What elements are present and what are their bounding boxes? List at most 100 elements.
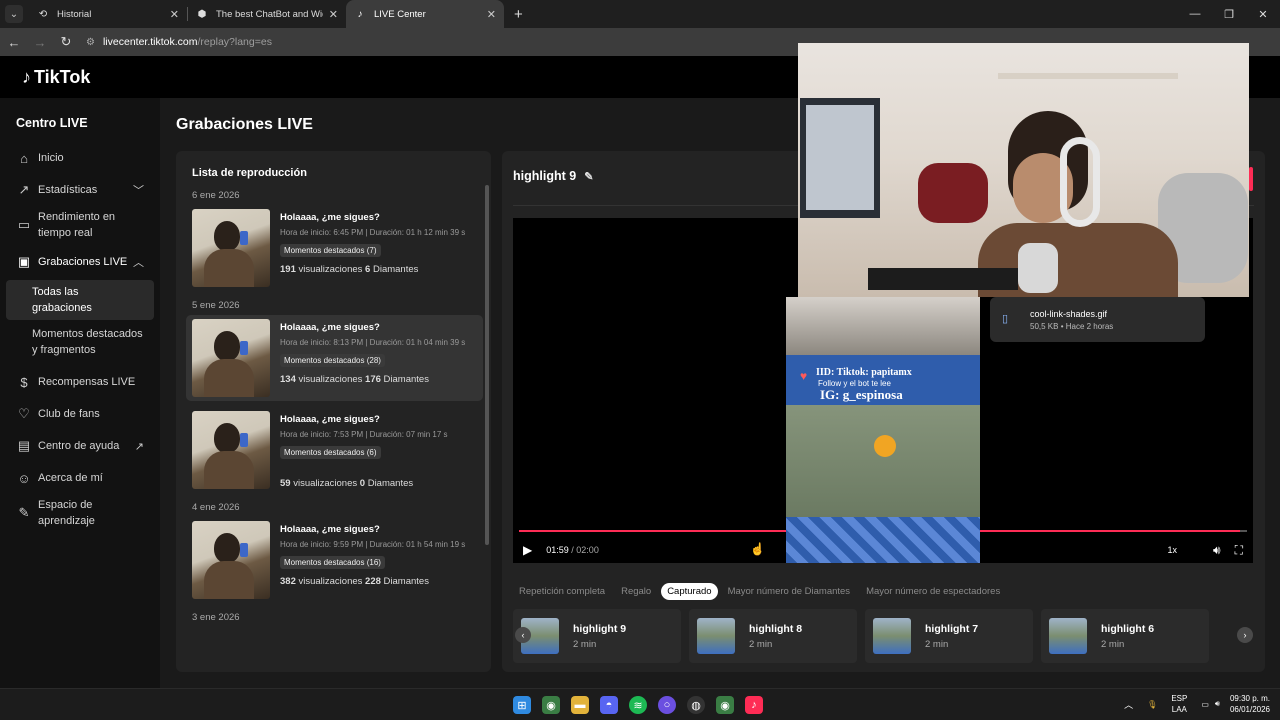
forward-icon[interactable]: → [28, 35, 52, 50]
recording-item[interactable]: Holaaaa, ¿me sigues? Hora de inicio: 9:5… [186, 517, 483, 603]
tab-live-center[interactable]: ♪ LIVE Center ✕ [346, 0, 504, 28]
taskbar: ⊞ ◉ ▬ ◓ ≋ ○ ◍ ◉ ♪ ︿ 🎙︎ ESP LAA ▭ 🔊︎ 09:3… [0, 688, 1280, 720]
tiktok-icon[interactable]: ♪ [745, 696, 763, 714]
tab-chatbot[interactable]: ⬢ The best ChatBot and Widgets ✕ [188, 0, 346, 28]
app-ring-icon[interactable]: ○ [658, 696, 676, 714]
sidebar-item-label: Club de fans [38, 408, 100, 420]
lang-layout: LAA [1171, 705, 1187, 714]
microphone-icon[interactable]: 🎙︎ [1147, 700, 1157, 709]
sidebar-title: Centro LIVE [16, 116, 88, 130]
recording-meta: Hora de inicio: 7:53 PM | Duración: 07 m… [280, 430, 448, 439]
sidebar-item-inicio[interactable]: ⌂ Inicio [0, 142, 160, 174]
carousel-prev-icon[interactable]: ‹ [515, 627, 531, 643]
tray-expand-icon[interactable]: ︿ [1124, 698, 1133, 711]
recording-item[interactable]: Holaaaa, ¿me sigues? Hora de inicio: 7:5… [186, 407, 483, 493]
filter-diamantes[interactable]: Mayor número de Diamantes [722, 583, 857, 600]
recording-title: Holaaaa, ¿me sigues? [280, 322, 380, 333]
file-icon: ▯ [1002, 312, 1009, 325]
highlight-filters: Repetición completa Regalo Capturado May… [513, 583, 1010, 600]
sidebar-subitem-momentos[interactable]: Momentos destacados y fragmentos [6, 322, 154, 362]
highlight-header: highlight 9 ✎ [513, 169, 593, 183]
recording-item[interactable]: Holaaaa, ¿me sigues? Hora de inicio: 6:4… [186, 205, 483, 291]
highlight-card[interactable]: highlight 9 2 min [513, 609, 681, 663]
volume-icon[interactable]: 🔊︎ [1213, 543, 1221, 558]
minimize-icon[interactable]: — [1178, 8, 1212, 20]
close-icon[interactable]: ✕ [487, 8, 496, 21]
close-icon[interactable]: ✕ [170, 8, 179, 21]
views-count: 382 [280, 576, 296, 587]
recording-title: Holaaaa, ¿me sigues? [280, 212, 380, 223]
shield-icon: ⬢ [197, 8, 207, 20]
sidebar-item-club[interactable]: ♡ Club de fans [0, 398, 160, 430]
highlight-thumbnail [873, 618, 911, 654]
filter-regalo[interactable]: Regalo [615, 583, 657, 600]
spotify-icon[interactable]: ≋ [629, 696, 647, 714]
back-icon[interactable]: ← [2, 35, 26, 50]
language-indicator[interactable]: ESP LAA [1171, 693, 1187, 715]
date-label: 3 ene 2026 [192, 612, 240, 623]
recording-meta: Hora de inicio: 9:59 PM | Duración: 01 h… [280, 540, 466, 549]
close-window-icon[interactable]: ✕ [1246, 8, 1280, 21]
reload-icon[interactable]: ↻ [54, 34, 78, 50]
folder-icon[interactable]: ▬ [571, 696, 589, 714]
tab-search-button[interactable]: ⌄ [5, 5, 23, 23]
diamonds-label: Diamantes [367, 478, 414, 489]
playlist-panel: Lista de reproducción 6 ene 2026 Holaaaa… [176, 151, 491, 672]
tab-historial[interactable]: ⟲ Historial ✕ [29, 0, 187, 28]
highlight-name: highlight 6 [1101, 622, 1155, 635]
highlight-card[interactable]: highlight 8 2 min [689, 609, 857, 663]
sidebar-item-aprendizaje[interactable]: ✎ Espacio de aprendizaje [0, 494, 160, 532]
url-field[interactable]: ⚙ livecenter.tiktok.com /replay?lang=es [86, 36, 272, 48]
filter-espectadores[interactable]: Mayor número de espectadores [860, 583, 1006, 600]
highlight-card[interactable]: highlight 7 2 min [865, 609, 1033, 663]
highlight-thumbnail [1049, 618, 1087, 654]
filter-capturado[interactable]: Capturado [661, 583, 718, 600]
sidebar-item-acerca[interactable]: ☺ Acerca de mí [0, 462, 160, 494]
restore-icon[interactable]: ❐ [1212, 8, 1246, 21]
diamonds-count: 176 [365, 374, 381, 385]
chrome-icon[interactable]: ◉ [542, 696, 560, 714]
sidebar-item-grabaciones[interactable]: ▣ Grabaciones LIVE ︿ [0, 244, 160, 280]
obs-icon[interactable]: ◍ [687, 696, 705, 714]
highlights-badge: Momentos destacados (7) [280, 244, 381, 257]
playlist-scrollbar[interactable] [485, 185, 489, 545]
sidebar-item-rendimiento[interactable]: ▭ Rendimiento en tiempo real [0, 206, 160, 244]
current-time: 01:59 [546, 545, 569, 555]
play-icon[interactable]: ▶ [523, 543, 532, 557]
tab-label: Historial [57, 8, 92, 20]
tiktok-logo[interactable]: ♪ TikTok [22, 67, 90, 88]
sidebar-item-label: Espacio de aprendizaje [38, 499, 95, 527]
network-icon[interactable]: ▭ [1201, 700, 1209, 709]
highlights-badge: Momentos destacados (16) [280, 556, 385, 569]
views-count: 134 [280, 374, 296, 385]
edit-pencil-icon[interactable]: ✎ [584, 170, 593, 183]
stream-overlay-text: IG: g_espinosa [820, 387, 903, 402]
sidebar-item-estadisticas[interactable]: ↗ Estadísticas ﹀ [0, 174, 160, 206]
close-icon[interactable]: ✕ [329, 8, 338, 21]
speed-button[interactable]: 1x [1168, 545, 1178, 555]
heart-icon: ♥ [800, 369, 808, 383]
diamonds-label: Diamantes [372, 264, 419, 275]
views-label: visualizaciones [293, 478, 358, 489]
system-tray: ︿ 🎙︎ ESP LAA ▭ 🔊︎ 09:30 p. m. 06/01/2026 [1124, 693, 1270, 715]
windows-start-icon[interactable]: ⊞ [513, 696, 531, 714]
discord-icon[interactable]: ◓ [600, 696, 618, 714]
highlight-name: highlight 7 [925, 622, 979, 635]
sidebar-subitem-todas[interactable]: Todas las grabaciones [6, 280, 154, 320]
carousel-next-icon[interactable]: › [1237, 627, 1253, 643]
user-icon: ☺ [17, 470, 31, 486]
sidebar-item-label: Rendimiento en tiempo real [38, 211, 116, 239]
chrome-icon[interactable]: ◉ [716, 696, 734, 714]
volume-icon[interactable]: 🔊︎ [1215, 699, 1220, 709]
highlight-card[interactable]: highlight 6 2 min [1041, 609, 1209, 663]
filter-repeticion[interactable]: Repetición completa [513, 583, 611, 600]
fullscreen-icon[interactable]: ⛶ [1235, 543, 1243, 558]
recording-item[interactable]: Holaaaa, ¿me sigues? Hora de inicio: 8:1… [186, 315, 483, 401]
recording-title: Holaaaa, ¿me sigues? [280, 524, 380, 535]
new-tab-button[interactable]: + [514, 6, 523, 23]
clock[interactable]: 09:30 p. m. 06/01/2026 [1230, 693, 1270, 715]
download-item[interactable]: ▯ cool-link-shades.gif 50,5 KB • Hace 2 … [990, 297, 1205, 342]
site-info-icon[interactable]: ⚙ [86, 37, 95, 48]
sidebar-item-recompensas[interactable]: $ Recompensas LIVE [0, 366, 160, 398]
sidebar-item-ayuda[interactable]: ▤ Centro de ayuda ↗ [0, 430, 160, 462]
